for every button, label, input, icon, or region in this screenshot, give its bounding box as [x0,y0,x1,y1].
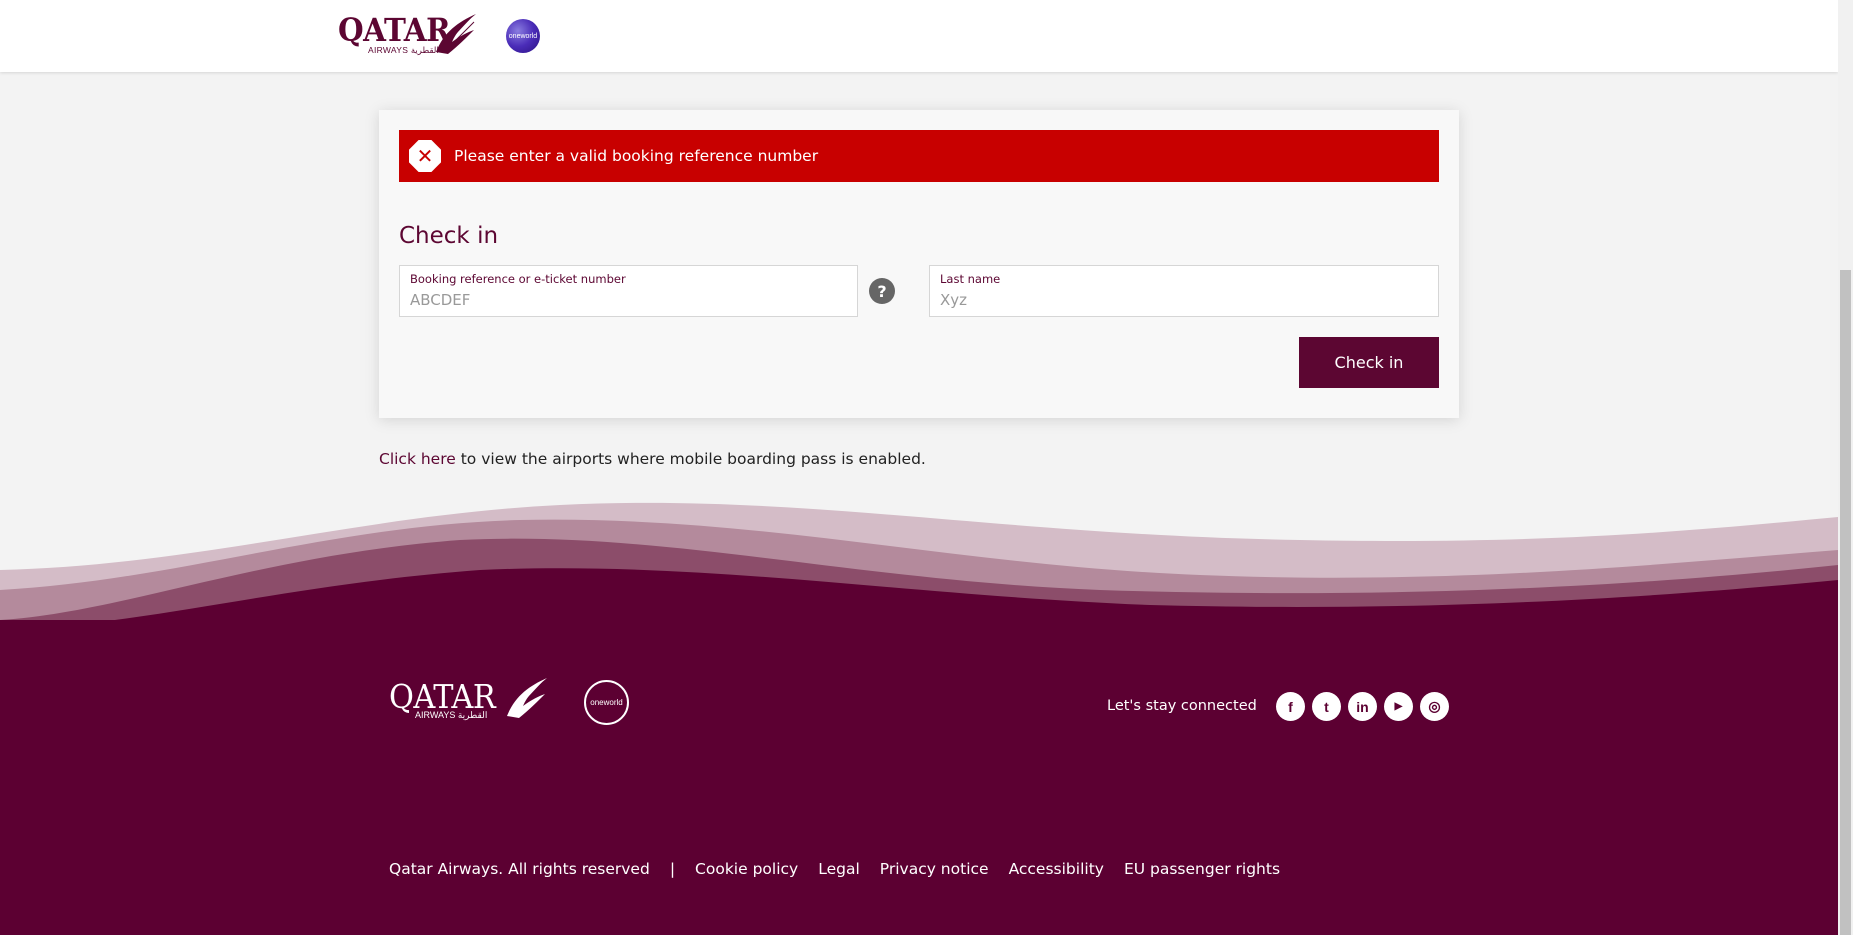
youtube-icon[interactable]: ▶ [1384,692,1413,721]
twitter-icon[interactable]: t [1312,692,1341,721]
error-message: Please enter a valid booking reference n… [454,147,819,165]
scrollbar-thumb[interactable] [1840,270,1851,935]
page-scrollbar[interactable] [1838,0,1853,935]
footer-brand-subtitle: AIRWAYS القطرية [415,710,488,720]
error-banner: ✕ Please enter a valid booking reference… [399,130,1439,182]
cookie-policy-link[interactable]: Cookie policy [695,860,798,878]
last-name-label: Last name [940,272,1001,286]
booking-reference-field[interactable]: Booking reference or e-ticket number [399,265,858,317]
checkin-button[interactable]: Check in [1299,337,1439,388]
booking-reference-label: Booking reference or e-ticket number [410,272,626,286]
footer-oryx-icon [507,678,547,718]
checkin-title: Check in [399,223,499,249]
close-icon: ✕ [409,140,441,172]
last-name-field[interactable]: Last name [929,265,1439,317]
mobile-boarding-note: Click here to view the airports where mo… [379,450,926,468]
footer-separator: | [669,860,676,878]
mobile-boarding-text: to view the airports where mobile boardi… [455,450,926,468]
footer-wave-decoration [0,502,1838,635]
oneworld-logo[interactable]: oneworld [506,19,540,53]
facebook-icon[interactable]: f [1276,692,1305,721]
privacy-notice-link[interactable]: Privacy notice [880,860,989,878]
mobile-boarding-link[interactable]: Click here [379,450,456,468]
accessibility-link[interactable]: Accessibility [1009,860,1104,878]
booking-reference-input[interactable] [410,288,847,312]
checkin-card: ✕ Please enter a valid booking reference… [379,110,1459,418]
stay-connected-label: Let's stay connected [1107,698,1257,714]
qatar-airways-logo[interactable]: QATAR AIRWAYS القطرية [338,14,483,56]
legal-link[interactable]: Legal [818,860,860,878]
help-icon[interactable]: ? [869,278,895,304]
instagram-icon[interactable]: ◎ [1420,692,1449,721]
site-footer: QATAR AIRWAYS القطرية oneworld Let's sta… [0,620,1838,935]
oryx-icon [436,14,476,54]
footer-links: Qatar Airways. All rights reserved | Coo… [389,860,1300,878]
footer-qatar-logo[interactable]: QATAR AIRWAYS القطرية [389,678,554,724]
copyright-text: Qatar Airways. All rights reserved [389,860,650,878]
footer-brand-name: QATAR [389,677,496,716]
footer-oneworld-logo[interactable]: oneworld [584,680,629,725]
last-name-input[interactable] [940,288,1428,312]
brand-subtitle: AIRWAYS القطرية [368,45,439,55]
linkedin-icon[interactable]: in [1348,692,1377,721]
eu-passenger-rights-link[interactable]: EU passenger rights [1124,860,1280,878]
site-header: QATAR AIRWAYS القطرية oneworld [0,0,1838,72]
